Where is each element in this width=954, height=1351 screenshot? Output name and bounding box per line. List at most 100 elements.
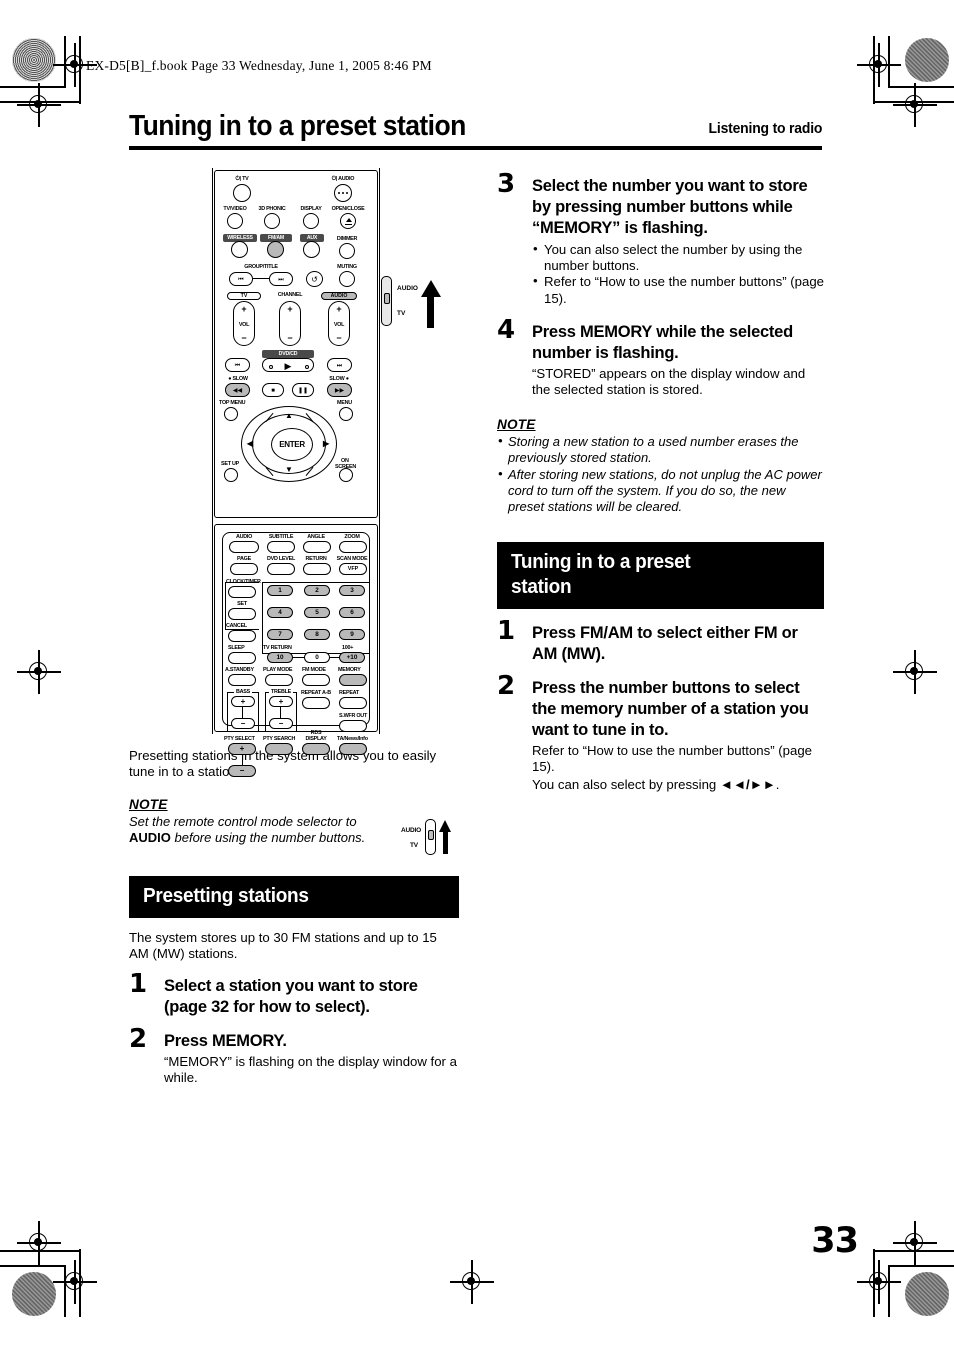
registration-mark-bottom-center [450,1260,494,1304]
remote-button-return[interactable] [303,563,331,575]
remote-button-a-standby[interactable] [228,674,256,686]
crop-line [888,36,890,88]
remote-button-top-menu[interactable] [224,407,238,421]
remote-button-fm-am[interactable] [267,241,284,258]
remote-button-bass-plus[interactable]: + [231,696,255,707]
halftone-patch-top-left [12,38,56,82]
remote-mode-selector-audio-label: AUDIO [397,285,418,292]
remote-label-memory: MEMORY [338,667,361,673]
remote-label-open-close: OPEN/CLOSE [331,206,365,212]
remote-button-play[interactable]: ▶ [262,358,314,372]
list-item: You can also select the number by using … [532,241,824,274]
remote-number-5[interactable]: 5 [304,607,330,618]
remote-button-stop[interactable]: ■ [262,383,284,397]
remote-number-8[interactable]: 8 [304,629,330,640]
remote-button-vfp[interactable]: VFP [339,563,367,575]
remote-number-10[interactable]: 10 [267,652,293,663]
remote-button-on-screen[interactable] [339,468,353,482]
remote-mode-selector[interactable] [381,276,395,328]
step-right-4-heading: Press MEMORY while the selected number i… [532,322,793,362]
remote-number-plus-10[interactable]: +10 [339,652,365,663]
remote-button-forward-slow[interactable]: ▶▶ [327,383,352,397]
crop-line [874,1250,954,1252]
remote-button-skip-prev[interactable]: ⏮ [225,358,250,372]
remote-button-open-close[interactable] [340,213,356,229]
remote-number-6[interactable]: 6 [339,607,365,618]
remote-number-0[interactable]: 0 [304,652,330,663]
remote-button-muting[interactable] [339,271,355,287]
remote-mode-selector-knob[interactable] [383,293,390,304]
mode-selector-tv-label: TV [410,841,418,849]
remote-button-return-arc[interactable]: ↺ [306,271,323,287]
remote-button-display[interactable] [303,213,319,229]
remote-button-treble-plus[interactable]: + [269,696,293,707]
remote-button-group-next[interactable]: ⏭ [269,272,293,286]
navpad-down-arrow-icon[interactable]: ▼ [285,466,293,474]
remote-button-standby-audio[interactable] [334,184,352,202]
remote-button-audio[interactable] [229,541,259,553]
remote-button-zoom[interactable] [339,541,367,553]
remote-label-dvd-level: DVD LEVEL [266,556,296,562]
remote-button-bass-minus[interactable]: − [231,718,255,729]
remote-button-standby-tv[interactable] [233,184,251,202]
remote-button-treble-minus[interactable]: − [269,718,293,729]
remote-tag-dvd-cd: DVD/CD [262,350,314,358]
remote-button-fm-mode[interactable] [302,674,330,686]
remote-label-channel: CHANNEL [277,292,303,298]
right-note-heading: NOTE [497,416,536,432]
page-number: 33 [811,1221,859,1261]
remote-number-7[interactable]: 7 [267,629,293,640]
remote-button-pty-select-plus[interactable]: + [228,743,256,755]
remote-button-ta-news-info[interactable] [339,743,367,755]
step-right-1-number: 1 [497,615,516,646]
remote-label-repeat: REPEAT [339,690,359,696]
remote-number-1[interactable]: 1 [267,585,293,596]
remote-button-aux[interactable] [303,241,320,258]
remote-button-play-mode[interactable] [265,674,293,686]
remote-button-skip-next[interactable]: ⏭ [327,358,352,372]
remote-button-repeat[interactable] [339,697,367,709]
remote-button-subwoofer-out[interactable] [339,720,367,732]
remote-button-page[interactable] [230,563,258,575]
remote-button-angle[interactable] [303,541,331,553]
remote-button-pty-select-minus[interactable]: − [228,765,256,777]
remote-button-sleep[interactable] [228,652,256,664]
remote-button-dvd-level[interactable] [267,563,295,575]
remote-number-3[interactable]: 3 [339,585,365,596]
remote-number-connector [293,657,304,659]
remote-button-cancel[interactable] [228,630,256,642]
remote-button-enter[interactable]: ENTER [271,428,313,461]
remote-button-wireless[interactable] [231,241,248,258]
remote-button-memory[interactable] [339,674,367,686]
remote-button-repeat-ab[interactable] [302,697,330,709]
remote-number-4[interactable]: 4 [267,607,293,618]
navpad-up-arrow-icon[interactable]: ▲ [285,412,293,420]
remote-label-100-plus: 100+ [342,645,354,651]
remote-button-menu[interactable] [339,407,353,421]
halftone-patch-bottom-left [12,1272,56,1316]
remote-navigation-pad[interactable]: ENTER ▲ ▼ ◀ ▶ [241,406,337,482]
remote-button-3d-phonic[interactable] [264,213,280,229]
remote-label-audio-vol: VOL [333,322,345,328]
remote-number-9[interactable]: 9 [339,629,365,640]
remote-button-pty-search[interactable] [265,743,293,755]
remote-button-rewind-slow[interactable]: ◀◀ [225,383,250,397]
crop-line [873,1249,875,1317]
up-arrow-icon [439,819,452,854]
mode-selector-audio-label: AUDIO [401,826,421,834]
crop-line [874,101,954,103]
remote-button-group-prev[interactable]: ⏮ [229,272,253,286]
remote-label-fm-mode: FM MODE [302,667,326,673]
remote-button-pause[interactable]: ❚❚ [292,383,314,397]
navpad-left-arrow-icon[interactable]: ◀ [247,440,253,448]
remote-button-set-up[interactable] [224,468,238,482]
step-right-2-sub-pre: You can also select by pressing [532,777,720,793]
registration-mark-bottom-right-inner [893,1221,937,1265]
remote-button-subtitle[interactable] [267,541,295,553]
remote-button-rds-display[interactable] [302,743,330,755]
remote-number-2[interactable]: 2 [304,585,330,596]
crop-line [888,1265,954,1267]
remote-button-tv-video[interactable] [227,213,243,229]
navpad-right-arrow-icon[interactable]: ▶ [323,440,329,448]
remote-button-dimmer[interactable] [339,243,355,259]
